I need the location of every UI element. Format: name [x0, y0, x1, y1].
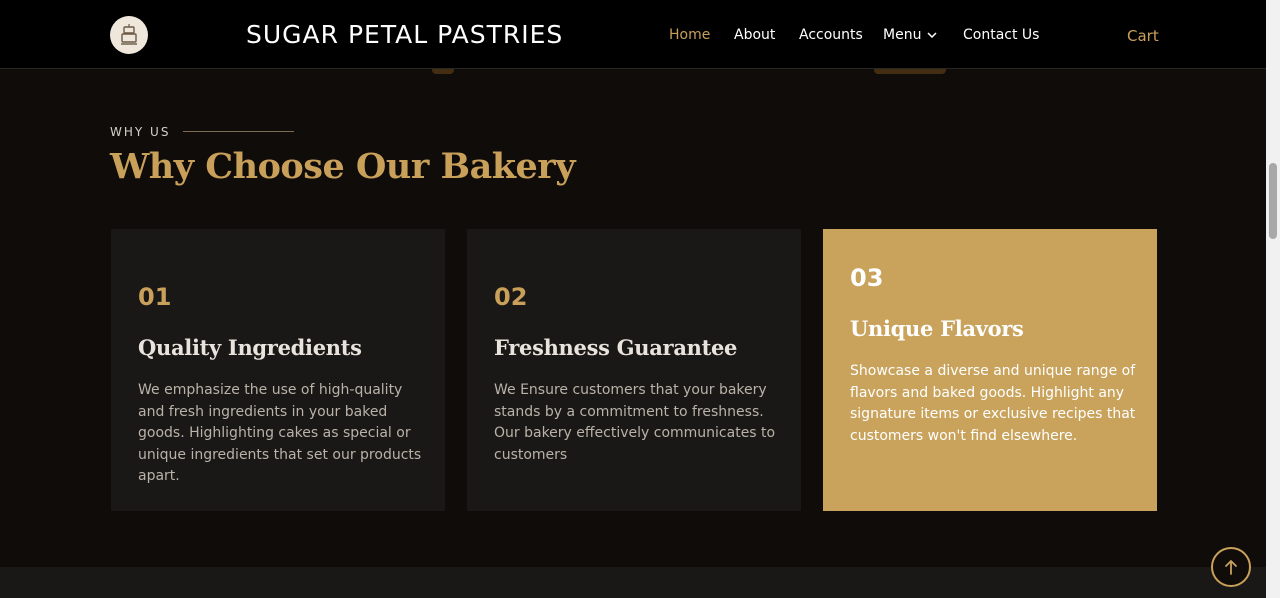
brand-logo[interactable] [110, 16, 148, 54]
nav-contact[interactable]: Contact Us [963, 27, 1039, 43]
nav-menu-label: Menu [883, 27, 922, 43]
brand-name[interactable]: SUGAR PETAL PASTRIES [246, 20, 563, 49]
nav-about[interactable]: About [734, 27, 775, 43]
card-title: Quality Ingredients [138, 335, 362, 360]
card-text: We emphasize the use of high-quality and… [138, 382, 422, 484]
section-title: Why Choose Our Bakery [110, 146, 576, 187]
card-number: 02 [494, 283, 528, 311]
cart-link[interactable]: Cart [1127, 27, 1159, 45]
card-number: 03 [850, 264, 884, 292]
partial-content-above [874, 69, 946, 74]
arrow-up-icon [1225, 560, 1237, 575]
feature-card-highlighted: 03 Unique Flavors Showcase a diverse and… [823, 229, 1157, 511]
feature-card: 01 Quality Ingredients We emphasize the … [111, 229, 445, 511]
nav-accounts[interactable]: Accounts [799, 27, 863, 43]
section-eyebrow: WHY US [110, 125, 171, 139]
scroll-to-top-button[interactable] [1211, 547, 1251, 587]
card-title: Unique Flavors [850, 316, 1024, 341]
cake-logo-icon [121, 24, 137, 45]
chevron-down-icon [927, 32, 937, 38]
card-number: 01 [138, 283, 172, 311]
partial-content-above [432, 69, 454, 74]
card-text: We Ensure customers that your bakery sta… [494, 382, 776, 463]
feature-card: 02 Freshness Guarantee We Ensure custome… [467, 229, 801, 511]
scrollbar-thumb[interactable] [1269, 163, 1277, 239]
next-section-band [0, 567, 1266, 598]
card-title: Freshness Guarantee [494, 335, 738, 360]
page-scrollbar[interactable] [1266, 0, 1280, 598]
nav-menu[interactable]: Menu [883, 27, 937, 43]
eyebrow-divider [183, 131, 294, 132]
nav-home[interactable]: Home [669, 27, 710, 43]
top-navbar: SUGAR PETAL PASTRIES Home About Accounts… [0, 0, 1266, 69]
card-text: Showcase a diverse and unique range of f… [850, 363, 1136, 444]
